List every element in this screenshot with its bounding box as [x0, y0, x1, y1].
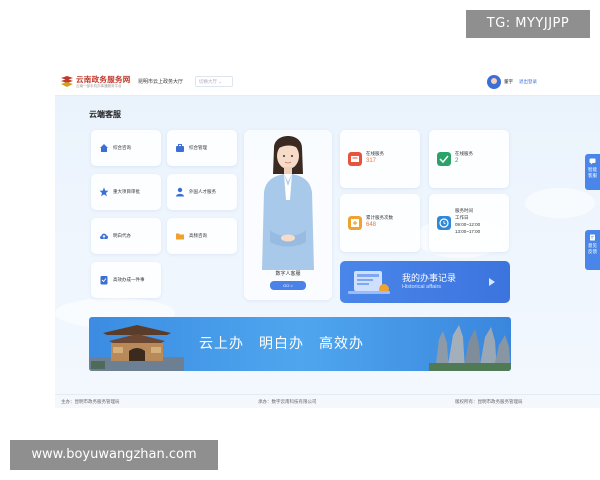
stat-label: 服务时间: [455, 208, 473, 213]
person-icon: [176, 187, 184, 197]
stat-value: 2: [455, 158, 459, 164]
footer-host: 主办：昆明市政务服务管理局: [61, 399, 120, 404]
stat-card-service-hours: 服务时间 工作日 09:00~12:00 13:00~17:00: [429, 194, 509, 252]
stat-card-online: 在线服务 2: [429, 130, 509, 188]
stat-card-total-count: 累计服务次数 648: [340, 194, 420, 252]
stat-value-line: 工作日: [455, 215, 469, 220]
side-tab-smart-service[interactable]: 智能客服: [585, 154, 600, 190]
records-subtitle: Historical affairs: [402, 284, 442, 290]
service-tile-frequent-consult[interactable]: 高频咨询: [167, 218, 237, 254]
folder-icon: [176, 233, 184, 240]
briefcase-icon: [176, 144, 184, 152]
stat-value-line: 13:00~17:00: [455, 229, 481, 234]
stat-value: 317: [366, 158, 377, 164]
banner-slogan: 云上办 明白办 高效办: [199, 335, 364, 351]
page: 云南政务服务网 云南一部手机办事通服务平台 昆明市云上政务大厅 切换大厅 ⌄ 董…: [0, 0, 600, 480]
stat-value-line: 09:00~12:00: [455, 222, 481, 227]
service-label: 综合咨询: [113, 145, 131, 150]
cloud-decoration: [525, 188, 595, 218]
service-label: 综合管理: [189, 145, 207, 150]
my-records-card[interactable]: 我的办事记录 Historical affairs: [340, 261, 510, 303]
top-bar: 云南政务服务网 云南一部手机办事通服务平台 昆明市云上政务大厅 切换大厅 ⌄ 董…: [55, 68, 600, 96]
section-title: 云端客服: [89, 110, 121, 119]
watermark-bottom: www.boyuwangzhan.com: [10, 440, 218, 470]
clock-icon: [437, 216, 451, 230]
avatar-label: 数字人客服: [275, 271, 301, 277]
service-tile-one-thing[interactable]: 高效办成一件事: [91, 262, 161, 298]
count-icon: [348, 216, 362, 230]
service-tile-proxy-service[interactable]: 明白代办: [91, 218, 161, 254]
side-tab-label: 智能客服: [588, 167, 597, 178]
service-label: 重大项目审批: [113, 189, 140, 194]
stat-card-services: 在线服务 317: [340, 130, 420, 188]
service-tile-major-project[interactable]: 重大项目审批: [91, 174, 161, 210]
stat-label: 在线服务: [366, 151, 384, 156]
service-tile-foreign-talent[interactable]: 外国人才服务: [167, 174, 237, 210]
side-tab-label: 意见反馈: [588, 243, 597, 254]
user-name: 董宇: [504, 79, 513, 84]
footer-copyright: 版权所有：昆明市政务服务管理局: [455, 399, 523, 404]
brand-logo-icon: [61, 76, 73, 87]
side-tab-feedback[interactable]: 意见反馈: [585, 230, 600, 270]
stat-value: 648: [366, 222, 377, 228]
stat-label: 累计服务次数: [366, 215, 393, 220]
digital-avatar-card[interactable]: 数字人客服 GO >: [244, 130, 332, 300]
service-label: 高效办成一件事: [113, 277, 145, 282]
footer: 主办：昆明市政务服务管理局 承办：数字云南科技有限公司 版权所有：昆明市政务服务…: [55, 394, 600, 408]
service-label: 明白代办: [113, 233, 131, 238]
watermark-top: TG: MYYJJPP: [466, 10, 590, 38]
service-label: 高频咨询: [189, 233, 207, 238]
promo-banner: 云上办 明白办 高效办: [89, 317, 511, 371]
service-label: 外国人才服务: [189, 189, 216, 194]
arrow-right-icon: [489, 278, 495, 286]
service-tile-general-consult[interactable]: 综合咨询: [91, 130, 161, 166]
records-illustration: [348, 271, 390, 294]
home-icon: [100, 144, 108, 152]
service-icon: [348, 152, 362, 166]
brand-subtitle: 云南一部手机办事通服务平台: [76, 84, 122, 88]
archway-illustration: [89, 325, 184, 371]
stat-label: 在线服务: [455, 151, 473, 156]
star-icon: [99, 187, 109, 197]
records-title: 我的办事记录: [402, 273, 457, 283]
feedback-icon: [590, 234, 595, 241]
user-avatar[interactable]: [487, 75, 501, 89]
stone-forest-illustration: [429, 325, 511, 371]
cloud-upload-icon: [100, 233, 108, 239]
avatar-go-button[interactable]: GO >: [270, 281, 306, 290]
portal-screen: 云南政务服务网 云南一部手机办事通服务平台 昆明市云上政务大厅 切换大厅 ⌄ 董…: [55, 68, 600, 408]
online-icon: [437, 152, 451, 166]
footer-support: 承办：数字云南科技有限公司: [258, 399, 317, 404]
digital-human-illustration: [262, 136, 314, 270]
hall-name: 昆明市云上政务大厅: [138, 79, 184, 85]
checklist-icon: [100, 276, 108, 285]
hall-switch-dropdown[interactable]: 切换大厅 ⌄: [195, 76, 233, 87]
logout-link[interactable]: 退出登录: [519, 79, 537, 85]
chat-icon: [589, 158, 596, 165]
service-tile-general-management[interactable]: 综合管理: [167, 130, 237, 166]
